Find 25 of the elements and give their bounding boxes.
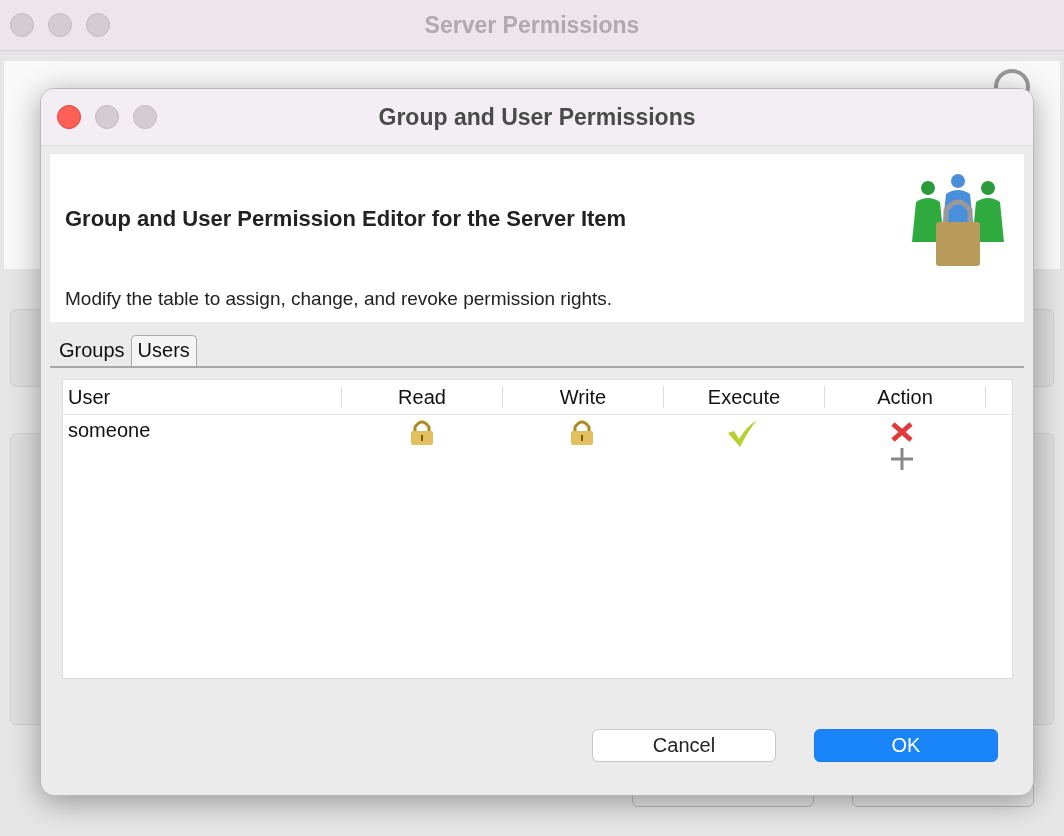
column-header[interactable]: Action	[825, 386, 986, 408]
ok-button[interactable]: OK	[814, 729, 998, 762]
close-button[interactable]	[57, 105, 81, 129]
cancel-button[interactable]: Cancel	[592, 729, 776, 762]
add-icon[interactable]	[890, 447, 914, 471]
lock-icon[interactable]	[568, 419, 596, 445]
zoom-button[interactable]	[86, 13, 110, 37]
column-header[interactable]: Write	[503, 386, 664, 408]
checkmark-icon[interactable]	[726, 419, 758, 447]
column-header[interactable]: Read	[342, 386, 503, 408]
column-header[interactable]: User	[63, 386, 342, 408]
window-title: Server Permissions	[424, 11, 640, 39]
window-title: Group and User Permissions	[378, 103, 696, 131]
tab[interactable]: Users	[130, 335, 197, 366]
lock-icon[interactable]	[408, 419, 436, 445]
description: Modify the table to assign, change, and revoke permission rights.	[65, 288, 614, 310]
column-header[interactable]: Execute	[664, 386, 825, 408]
tab[interactable]: Groups	[53, 336, 131, 366]
delete-icon[interactable]	[890, 421, 914, 443]
minimize-button[interactable]	[95, 105, 119, 129]
close-button[interactable]	[10, 13, 34, 37]
table-cell-text: someone	[67, 418, 152, 443]
minimize-button[interactable]	[48, 13, 72, 37]
zoom-button[interactable]	[133, 105, 157, 129]
heading: Group and User Permission Editor for the Server Item	[65, 206, 627, 232]
